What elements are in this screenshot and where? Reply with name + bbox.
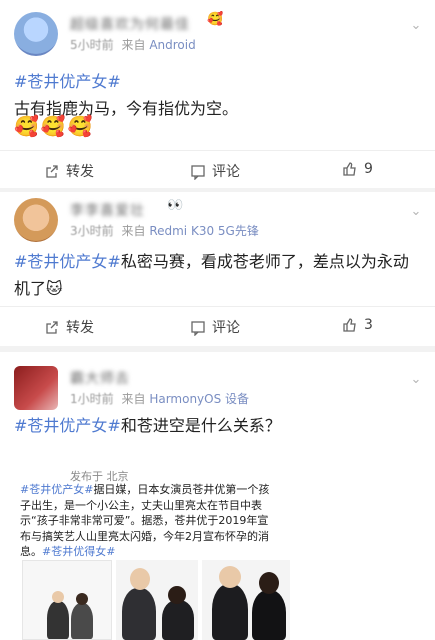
- post-time: 5小时前: [70, 38, 114, 52]
- repost-label: 转发: [66, 164, 94, 180]
- post-card[interactable]: 霸大师去 1小时前 来自 HarmonyOS 设备 ⌄ #苍井优产女#和苍进空是…: [0, 352, 435, 640]
- comment-icon: [191, 165, 205, 181]
- avatar[interactable]: [14, 12, 58, 56]
- source-prefix: 来自: [121, 224, 146, 238]
- news-topic-tag: #苍井优产女#: [20, 483, 94, 496]
- photo-couple-posing: [202, 560, 290, 640]
- comment-icon: [191, 321, 205, 337]
- source-prefix: 来自: [121, 38, 146, 52]
- thumbs-up-icon: [343, 318, 356, 332]
- repost-button[interactable]: 转发: [44, 161, 94, 181]
- like-count: 3: [364, 317, 373, 333]
- comment-label: 评论: [212, 320, 240, 336]
- thumbs-up-icon: [343, 162, 356, 176]
- chevron-down-icon[interactable]: ⌄: [407, 204, 425, 219]
- post-time: 3小时前: [70, 224, 114, 238]
- username[interactable]: 超级喜欢为何最佳: [70, 14, 190, 34]
- news-text: #苍井优产女#据日媒，日本女演员苍井优第一个孩子出生，是一个小公主，丈夫山里亮太…: [20, 482, 275, 560]
- repost-button[interactable]: 转发: [44, 317, 94, 337]
- cat-emoji-icon: 🐱: [46, 279, 63, 298]
- topic-tag[interactable]: #苍井优产女#: [14, 416, 121, 435]
- photo-couple-laughing: [116, 560, 198, 640]
- post-body: 和苍进空是什么关系？: [120, 416, 281, 435]
- post-text: #苍井优产女#私密马赛，看成苍老师了，差点以为永动机了🐱: [14, 248, 421, 302]
- embedded-news-image[interactable]: 发布于 北京 #苍井优产女#据日媒，日本女演员苍井优第一个孩子出生，是一个小公主…: [14, 464, 290, 640]
- post-header: 超级喜欢为何最佳 🥰 5小时前 来自 Android ⌄: [14, 12, 425, 56]
- like-button[interactable]: 9: [342, 161, 373, 177]
- post-source: Redmi K30 5G先锋: [149, 224, 259, 238]
- post-meta: 3小时前 来自 Redmi K30 5G先锋: [70, 222, 259, 239]
- post-header: 李李喜爱壮 👀 3小时前 来自 Redmi K30 5G先锋 ⌄: [14, 198, 425, 242]
- chevron-down-icon[interactable]: ⌄: [407, 18, 425, 33]
- username[interactable]: 李李喜爱壮: [70, 200, 145, 220]
- like-button[interactable]: 3: [342, 317, 373, 333]
- fan-badge-icon: 🥰: [207, 12, 224, 27]
- action-bar: 转发 评论 9: [0, 150, 435, 191]
- emoji-row: 🥰🥰🥰: [14, 114, 95, 138]
- username[interactable]: 霸大师去: [70, 368, 130, 388]
- post-text: #苍井优产女#和苍进空是什么关系？: [14, 412, 421, 439]
- post-meta: 1小时前 来自 HarmonyOS 设备: [70, 390, 249, 407]
- post-time: 1小时前: [70, 392, 114, 406]
- avatar[interactable]: [14, 198, 58, 242]
- like-count: 9: [364, 161, 373, 177]
- comment-button[interactable]: 评论: [190, 317, 240, 337]
- comment-button[interactable]: 评论: [190, 161, 240, 181]
- repost-icon: [46, 165, 58, 178]
- action-bar: 转发 评论 3: [0, 306, 435, 347]
- topic-tag[interactable]: #苍井优产女#: [14, 252, 121, 271]
- post-card[interactable]: 李李喜爱壮 👀 3小时前 来自 Redmi K30 5G先锋 ⌄ #苍井优产女#…: [0, 192, 435, 346]
- post-source: Android: [149, 38, 196, 52]
- post-meta: 5小时前 来自 Android: [70, 36, 196, 53]
- repost-label: 转发: [66, 320, 94, 336]
- source-prefix: 来自: [121, 392, 146, 406]
- fan-badge-icon: 👀: [167, 198, 184, 213]
- news-topic-tag-end: #苍井优得女#: [42, 545, 116, 558]
- news-photos: [22, 560, 290, 640]
- post-card[interactable]: 超级喜欢为何最佳 🥰 5小时前 来自 Android ⌄ #苍井优产女# 古有指…: [0, 0, 435, 188]
- comment-label: 评论: [212, 164, 240, 180]
- chevron-down-icon[interactable]: ⌄: [407, 372, 425, 387]
- weibo-feed: 超级喜欢为何最佳 🥰 5小时前 来自 Android ⌄ #苍井优产女# 古有指…: [0, 0, 435, 640]
- topic-tag[interactable]: #苍井优产女#: [14, 72, 121, 91]
- repost-icon: [46, 321, 58, 334]
- photo-couple-small: [22, 560, 112, 640]
- post-header: 霸大师去 1小时前 来自 HarmonyOS 设备 ⌄: [14, 366, 425, 410]
- avatar[interactable]: [14, 366, 58, 410]
- post-source: HarmonyOS 设备: [149, 392, 250, 406]
